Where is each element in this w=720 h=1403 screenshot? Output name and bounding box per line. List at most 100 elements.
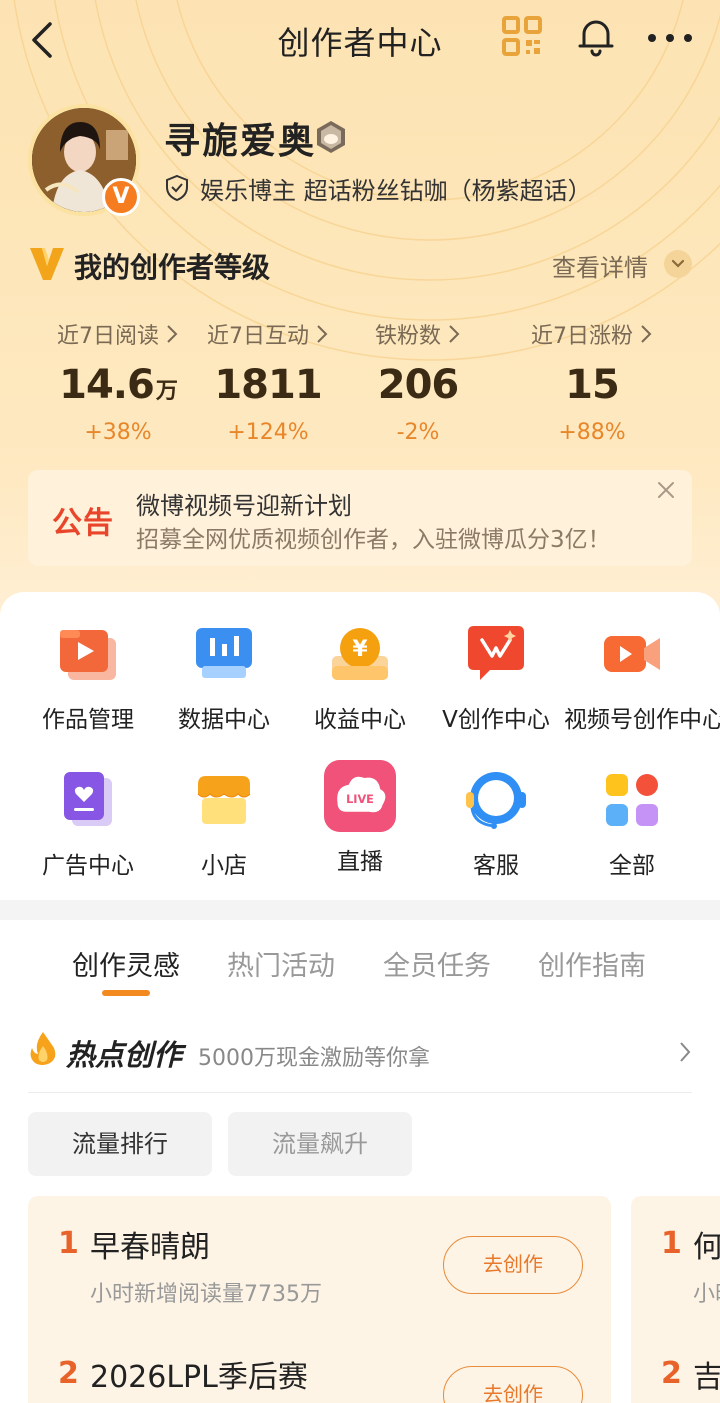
topic-title: 吉 xyxy=(693,1360,720,1395)
grid-item-label: 客服 xyxy=(473,853,519,879)
stat-label: 近7日涨粉 xyxy=(531,324,633,349)
stats-row: 近7日阅读 14.6万 +38% 近7日互动 1811 +124% 铁粉数 20… xyxy=(38,318,682,448)
feature-grid: 作品管理 数据中心 ¥ 收益中心 V创作中心 视频号创作中心 广告中心 小店 L… xyxy=(0,592,720,900)
stat-label: 近7日阅读 xyxy=(57,324,159,349)
announcement-title: 微博视频号迎新计划 xyxy=(136,492,352,520)
topic-title: 何 xyxy=(693,1230,720,1265)
grid-item-label: 作品管理 xyxy=(42,707,134,733)
user-level-badge-icon[interactable] xyxy=(314,120,348,154)
stat-value: 14.6 xyxy=(59,362,155,408)
stat-reads[interactable]: 近7日阅读 14.6万 +38% xyxy=(38,318,198,445)
list-item[interactable]: 2 2026LPL季后赛 去创作 xyxy=(28,1326,611,1403)
rank-number: 1 xyxy=(58,1226,79,1261)
grid-item-label: 视频号创作中心 xyxy=(564,707,720,733)
hot-creation-header[interactable]: 热点创作 5000万现金激励等你拿 xyxy=(28,1026,692,1082)
chevron-right-icon xyxy=(680,1042,691,1062)
list-item[interactable]: 1 何 小时 xyxy=(631,1196,720,1307)
chevron-right-icon xyxy=(449,325,460,343)
grid-item-label: 数据中心 xyxy=(178,707,270,733)
grid-item-label: 小店 xyxy=(201,853,247,879)
grid-item-label: 收益中心 xyxy=(314,707,406,733)
notification-bell-icon[interactable] xyxy=(574,14,618,58)
stat-delta: +124% xyxy=(227,420,309,445)
tab-all-tasks[interactable]: 全员任务 xyxy=(383,944,491,983)
create-button[interactable]: 去创作 xyxy=(443,1366,583,1403)
grid-item-revenue[interactable]: ¥ 收益中心 xyxy=(292,622,428,734)
more-menu-icon[interactable] xyxy=(644,18,696,58)
rank-number: 2 xyxy=(58,1356,79,1391)
inspiration-section: 创作灵感 热门活动 全员任务 创作指南 热点创作 5000万现金激励等你拿 流量… xyxy=(0,920,720,1403)
grid-item-service[interactable]: 客服 xyxy=(428,768,564,880)
close-icon[interactable] xyxy=(654,478,678,502)
stat-delta: +38% xyxy=(84,420,152,445)
svg-text:¥: ¥ xyxy=(352,637,368,662)
live-badge-text: LIVE xyxy=(346,793,374,806)
grid-item-shop[interactable]: 小店 xyxy=(156,768,292,880)
topic-stats: 小时 xyxy=(693,1282,720,1307)
grid-item-label: 直播 xyxy=(337,849,383,875)
divider xyxy=(28,1092,692,1093)
chip-traffic-rising[interactable]: 流量飙升 xyxy=(228,1112,412,1176)
hot-creation-title: 热点创作 xyxy=(66,1038,183,1072)
hot-creation-subtitle: 5000万现金激励等你拿 xyxy=(198,1046,430,1071)
grid-item-data[interactable]: 数据中心 xyxy=(156,622,292,734)
stat-value: 206 xyxy=(377,362,459,408)
creator-level-row[interactable]: 我的创作者等级 查看详情 xyxy=(28,244,692,284)
grid-item-ads[interactable]: 广告中心 xyxy=(20,768,156,880)
announcement-banner[interactable]: 公告 微博视频号迎新计划 招募全网优质视频创作者，入驻微博瓜分3亿！ xyxy=(28,470,692,566)
shop-icon xyxy=(197,776,251,824)
grid-item-label: 广告中心 xyxy=(42,853,134,879)
grid-item-v-create[interactable]: V创作中心 xyxy=(428,622,564,734)
grid-item-live[interactable]: LIVE 直播 xyxy=(292,760,428,876)
stat-interactions[interactable]: 近7日互动 1811 +124% xyxy=(188,318,348,445)
topic-stats: 小时新增阅读量7735万 xyxy=(90,1282,322,1307)
tab-hot-events[interactable]: 热门活动 xyxy=(227,944,335,983)
list-item[interactable]: 2 吉 xyxy=(631,1326,720,1403)
stat-value: 1811 xyxy=(214,362,322,408)
verified-v-badge: V xyxy=(102,178,140,216)
shield-icon xyxy=(166,174,188,202)
creator-level-v-icon xyxy=(30,248,64,280)
list-item[interactable]: 1 早春晴朗 小时新增阅读量7735万 去创作 xyxy=(28,1196,611,1307)
service-icon xyxy=(466,772,526,829)
announcement-tag: 公告 xyxy=(52,498,114,542)
top-nav-bar: 创作者中心 xyxy=(0,0,720,80)
notice-tag-text: 公告 xyxy=(52,506,114,541)
rank-number: 1 xyxy=(661,1226,682,1261)
tab-guide[interactable]: 创作指南 xyxy=(538,944,646,983)
create-button[interactable]: 去创作 xyxy=(443,1236,583,1294)
chevron-right-icon xyxy=(641,325,652,343)
expand-details-button[interactable] xyxy=(664,250,692,278)
data-icon xyxy=(196,628,252,678)
grid-item-video[interactable]: 视频号创作中心 xyxy=(564,622,720,734)
verification-text: 娱乐博主 超话粉丝钻咖（杨紫超话） xyxy=(200,176,592,205)
chevron-right-icon xyxy=(317,325,328,343)
stat-value: 15 xyxy=(565,362,620,408)
stat-new-fans[interactable]: 近7日涨粉 15 +88% xyxy=(512,318,672,445)
chevron-right-icon xyxy=(167,325,178,343)
grid-item-label: V创作中心 xyxy=(442,707,550,733)
topic-title: 早春晴朗 xyxy=(90,1230,210,1265)
tab-inspiration[interactable]: 创作灵感 xyxy=(72,944,180,983)
grid-item-all[interactable]: 全部 xyxy=(564,768,700,880)
all-icon xyxy=(606,774,658,826)
revenue-icon: ¥ xyxy=(332,628,388,680)
grid-item-works[interactable]: 作品管理 xyxy=(20,622,156,734)
fire-icon xyxy=(30,1032,56,1065)
stat-delta: +88% xyxy=(558,420,626,445)
topic-title: 2026LPL季后赛 xyxy=(90,1360,308,1395)
chip-traffic-rank[interactable]: 流量排行 xyxy=(28,1112,212,1176)
stat-label: 近7日互动 xyxy=(207,324,309,349)
profile-name: 寻旎爱奥 xyxy=(164,121,317,162)
qr-code-icon[interactable] xyxy=(500,14,544,58)
stat-unit: 万 xyxy=(155,379,178,404)
trending-card: 1 早春晴朗 小时新增阅读量7735万 去创作 2 2026LPL季后赛 去创作 xyxy=(28,1196,611,1403)
active-tab-underline xyxy=(102,990,150,996)
rank-number: 2 xyxy=(661,1356,682,1391)
stat-iron-fans[interactable]: 铁粉数 206 -2% xyxy=(338,318,498,445)
stat-label: 铁粉数 xyxy=(374,324,441,349)
chevron-down-icon xyxy=(671,259,685,268)
stat-delta: -2% xyxy=(396,420,440,445)
verification-line[interactable]: 娱乐博主 超话粉丝钻咖（杨紫超话） xyxy=(164,170,592,206)
view-details-link[interactable]: 查看详情 xyxy=(552,248,648,283)
